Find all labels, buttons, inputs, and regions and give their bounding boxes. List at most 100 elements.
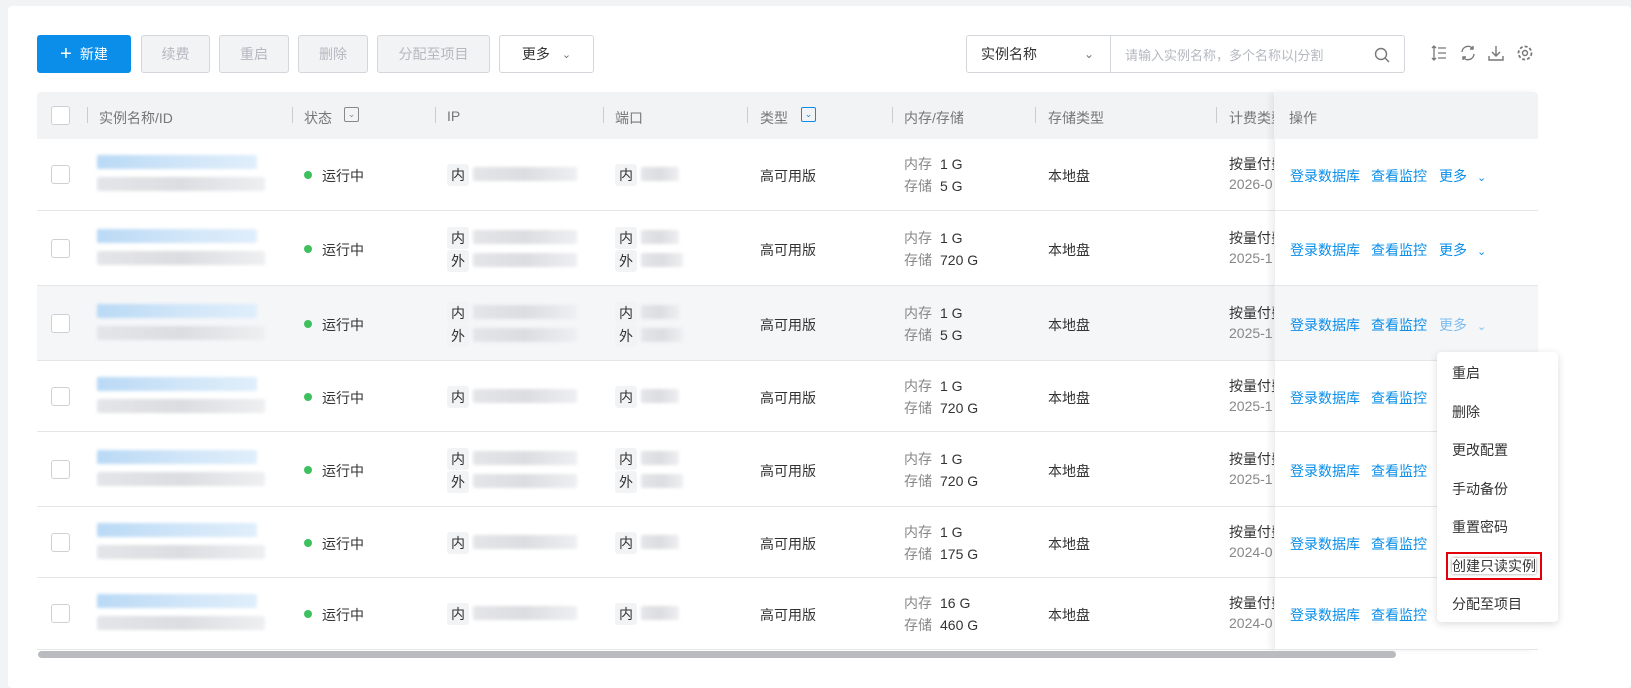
- outer-port-tag: 外: [615, 324, 637, 347]
- column-sort-icon[interactable]: [1430, 44, 1448, 62]
- more-actions-button[interactable]: 更多 ⌄: [1439, 166, 1486, 186]
- view-monitor-link[interactable]: 查看监控: [1371, 315, 1427, 335]
- search-icon[interactable]: [1374, 47, 1390, 63]
- more-actions-button[interactable]: 更多 ⌄: [1439, 315, 1486, 335]
- inner-ip: [473, 534, 577, 549]
- actions-cell: 登录数据库 查看监控 更多 ⌄: [1274, 139, 1538, 210]
- dropdown-item-label: 重启: [1452, 365, 1480, 381]
- status-running-dot: [304, 610, 312, 618]
- row-checkbox[interactable]: [51, 532, 70, 552]
- login-database-link[interactable]: 登录数据库: [1290, 240, 1360, 260]
- inner-ip-tag: 内: [447, 603, 469, 625]
- actions-cell: 登录数据库 查看监控 更多 ⌄: [1274, 286, 1538, 360]
- memory-line: 内存 1 G: [904, 303, 963, 323]
- instance-name-link[interactable]: [97, 228, 257, 243]
- login-database-link[interactable]: 登录数据库: [1290, 315, 1360, 335]
- renew-button[interactable]: 续费: [141, 35, 210, 73]
- instance-id: [97, 398, 265, 413]
- more-actions-button[interactable]: 更多 ⌄: [1439, 240, 1486, 260]
- dropdown-item[interactable]: 重启: [1437, 361, 1558, 400]
- disk-value: 175 G: [940, 545, 979, 562]
- refresh-icon[interactable]: [1459, 44, 1477, 62]
- instance-name-link[interactable]: [97, 594, 257, 608]
- inner-ip-tag: 内: [447, 385, 469, 408]
- instance-name-link[interactable]: [97, 449, 257, 464]
- more-dropdown-menu: 重启 删除 更改配置 手动备份 重置密码 创建只读实例 分配至项目: [1437, 352, 1558, 622]
- login-database-link[interactable]: 登录数据库: [1290, 388, 1360, 408]
- instance-id: [97, 471, 265, 486]
- inner-port-tag: 内: [615, 226, 637, 249]
- dropdown-item[interactable]: 更改配置: [1437, 438, 1558, 477]
- storage-type: 本地盘: [1048, 389, 1090, 406]
- instance-id: [97, 325, 265, 340]
- dropdown-item[interactable]: 手动备份: [1437, 477, 1558, 516]
- login-database-link[interactable]: 登录数据库: [1290, 166, 1360, 186]
- actions-cell: 登录数据库 查看监控 更多 ⌄: [1274, 211, 1538, 285]
- settings-gear-icon[interactable]: [1516, 44, 1534, 62]
- horizontal-scrollbar[interactable]: [38, 651, 1396, 658]
- view-monitor-link[interactable]: 查看监控: [1371, 240, 1427, 260]
- inner-port-tag: 内: [615, 603, 637, 625]
- inner-port-tag: 内: [615, 164, 637, 186]
- restart-button[interactable]: 重启: [219, 35, 289, 73]
- outer-port: [641, 327, 683, 342]
- download-icon[interactable]: [1487, 44, 1505, 62]
- chevron-down-icon: ⌄: [561, 48, 572, 61]
- status-text: 运行中: [322, 389, 364, 406]
- search-input[interactable]: 请输入实例名称，多个名称以|分割: [1111, 36, 1404, 72]
- outer-port-tag: 外: [615, 249, 637, 272]
- status-running-dot: [304, 319, 312, 328]
- view-monitor-link[interactable]: 查看监控: [1371, 166, 1427, 186]
- row-checkbox[interactable]: [51, 313, 70, 333]
- outer-ip: [473, 327, 577, 342]
- dropdown-item[interactable]: 重置密码: [1437, 515, 1558, 554]
- status-running-dot: [304, 171, 312, 179]
- assign-project-button[interactable]: 分配至项目: [377, 35, 490, 73]
- table-row: 运行中 内 内 高可用版 内存 16 G 存储 460 G 本地盘 按量付费 202…: [37, 578, 1538, 650]
- delete-button[interactable]: 删除: [298, 35, 368, 73]
- instance-name-link[interactable]: [97, 303, 257, 318]
- dropdown-item[interactable]: 创建只读实例: [1437, 551, 1558, 593]
- login-database-link[interactable]: 登录数据库: [1290, 605, 1360, 625]
- search-field-select[interactable]: 实例名称 ⌄: [967, 36, 1111, 72]
- view-monitor-link[interactable]: 查看监控: [1371, 461, 1427, 481]
- table-row: 运行中 内 内 高可用版 内存 1 G 存储 720 G 本地盘 按量付费 2025…: [37, 361, 1538, 432]
- inner-port-tag: 内: [615, 447, 637, 470]
- view-monitor-link[interactable]: 查看监控: [1371, 605, 1427, 625]
- memory-line: 内存 1 G: [904, 522, 963, 542]
- row-checkbox[interactable]: [51, 165, 70, 184]
- billing-date: 2026-0: [1229, 176, 1273, 192]
- storage-type: 本地盘: [1048, 241, 1090, 258]
- instance-name-link[interactable]: [97, 155, 257, 169]
- type-filter-icon[interactable]: ⌄: [801, 107, 816, 122]
- col-status: 状态: [304, 110, 332, 126]
- dropdown-item[interactable]: 删除: [1437, 400, 1558, 439]
- login-database-link[interactable]: 登录数据库: [1290, 461, 1360, 481]
- inner-ip: [473, 388, 577, 403]
- instance-name-link[interactable]: [97, 376, 257, 391]
- view-monitor-link[interactable]: 查看监控: [1371, 388, 1427, 408]
- disk-line: 存储 720 G: [904, 250, 978, 270]
- login-database-link[interactable]: 登录数据库: [1290, 534, 1360, 554]
- view-monitor-link[interactable]: 查看监控: [1371, 534, 1427, 554]
- row-checkbox[interactable]: [51, 604, 70, 623]
- more-actions-label: 更多: [1439, 241, 1467, 258]
- instance-name-link[interactable]: [97, 522, 257, 537]
- select-all-checkbox[interactable]: [51, 106, 70, 125]
- disk-line: 存储 720 G: [904, 398, 978, 418]
- more-button[interactable]: 更多 ⌄: [499, 35, 594, 73]
- inner-port: [641, 534, 679, 549]
- instance-type: 高可用版: [760, 462, 816, 479]
- row-checkbox[interactable]: [51, 386, 70, 406]
- row-checkbox[interactable]: [51, 238, 70, 258]
- billing-type: 按量付费: [1229, 304, 1274, 321]
- status-filter-icon[interactable]: ⌄: [344, 107, 359, 122]
- memory-label: 内存: [904, 304, 932, 321]
- disk-value: 720 G: [940, 399, 979, 416]
- dropdown-item[interactable]: 分配至项目: [1437, 592, 1558, 631]
- memory-label: 内存: [904, 377, 932, 394]
- new-button[interactable]: + 新建: [37, 35, 131, 73]
- inner-port-tag: 内: [615, 301, 637, 324]
- storage-type: 本地盘: [1048, 316, 1090, 333]
- row-checkbox[interactable]: [51, 459, 70, 479]
